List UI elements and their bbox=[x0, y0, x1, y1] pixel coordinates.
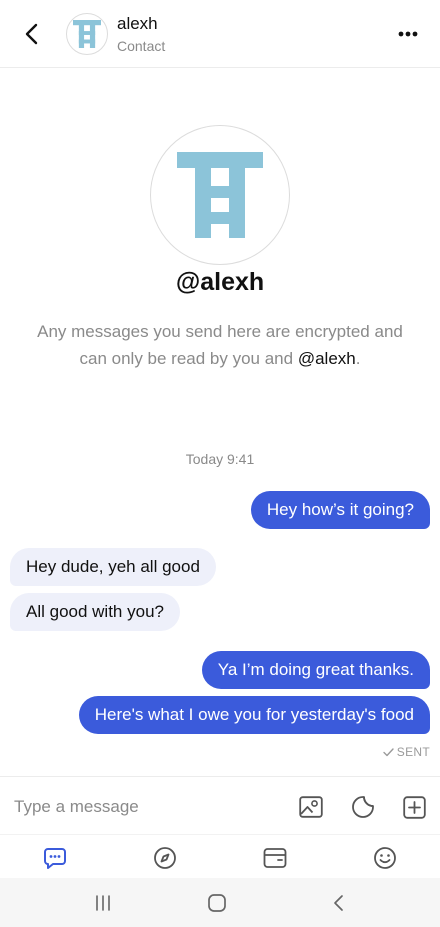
chat-icon bbox=[44, 848, 66, 869]
tab-wallet[interactable] bbox=[262, 845, 288, 871]
back-chevron-icon bbox=[25, 23, 38, 45]
smiley-icon bbox=[374, 847, 396, 869]
home-icon bbox=[208, 894, 226, 912]
more-dots-icon bbox=[398, 31, 418, 37]
image-icon bbox=[299, 796, 323, 818]
contact-logo-icon bbox=[73, 20, 101, 48]
recent-apps-button[interactable] bbox=[91, 891, 115, 915]
contact-name: alexh bbox=[117, 14, 158, 33]
wallet-icon bbox=[263, 848, 287, 868]
home-button[interactable] bbox=[205, 891, 229, 915]
attach-image-button[interactable] bbox=[298, 794, 324, 820]
contact-avatar[interactable] bbox=[66, 13, 108, 55]
profile-logo-icon bbox=[177, 152, 263, 238]
sent-status-label: SENT bbox=[396, 745, 430, 759]
encryption-note-handle: @alexh bbox=[297, 349, 356, 368]
sticker-icon bbox=[352, 796, 374, 818]
chat-header: alexh Contact bbox=[0, 0, 440, 68]
profile-avatar bbox=[150, 125, 290, 265]
system-back-button[interactable] bbox=[327, 891, 351, 915]
recent-apps-icon bbox=[96, 895, 110, 911]
sticker-button[interactable] bbox=[350, 794, 376, 820]
message-bubble-incoming[interactable]: All good with you? bbox=[10, 593, 180, 631]
add-icon bbox=[402, 795, 426, 819]
tab-chat[interactable] bbox=[42, 845, 68, 871]
bottom-tab-bar bbox=[0, 834, 440, 878]
back-button[interactable] bbox=[16, 18, 48, 50]
message-bubble-outgoing[interactable]: Hey how’s it going? bbox=[250, 491, 430, 529]
message-bubble-incoming[interactable]: Hey dude, yeh all good bbox=[10, 548, 216, 586]
check-icon bbox=[383, 747, 394, 756]
message-bubble-outgoing[interactable]: Ya I’m doing great thanks. bbox=[201, 651, 430, 689]
contact-subtitle: Contact bbox=[117, 38, 166, 54]
system-navigation-bar bbox=[0, 878, 440, 927]
sent-status: SENT bbox=[383, 745, 430, 759]
message-composer bbox=[0, 776, 440, 834]
encryption-note-period: . bbox=[355, 349, 361, 368]
compass-icon bbox=[154, 847, 176, 869]
system-back-icon bbox=[334, 895, 343, 911]
add-attachment-button[interactable] bbox=[401, 794, 427, 820]
tab-explore[interactable] bbox=[152, 845, 178, 871]
more-options-button[interactable] bbox=[394, 22, 422, 46]
encryption-note: Any messages you send here are encrypted… bbox=[30, 318, 410, 372]
tab-profile[interactable] bbox=[372, 845, 398, 871]
message-timestamp: Today 9:41 bbox=[185, 451, 255, 467]
profile-handle: @alexh bbox=[175, 268, 265, 296]
message-bubble-outgoing[interactable]: Here's what I owe you for yesterday's fo… bbox=[78, 696, 430, 734]
message-input[interactable] bbox=[14, 795, 274, 819]
